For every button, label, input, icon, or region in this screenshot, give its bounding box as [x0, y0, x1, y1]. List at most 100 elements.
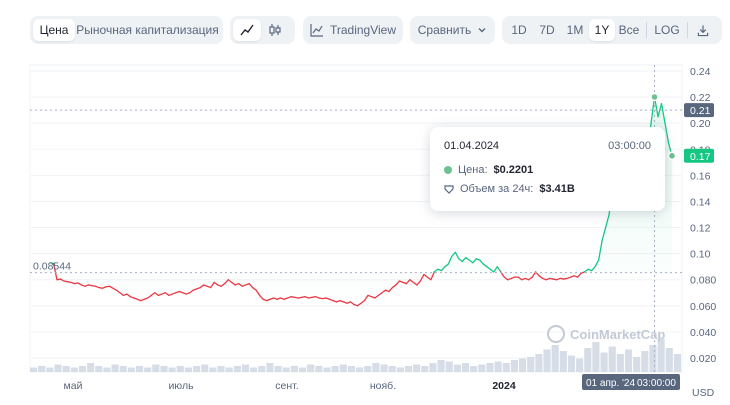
volume-bar	[429, 363, 437, 372]
y-tick-label: 0.24	[690, 66, 711, 78]
y-tick-label: 0.14	[690, 196, 711, 208]
volume-bar	[160, 366, 168, 372]
volume-bar	[217, 366, 225, 372]
coinmarketcap-watermark: CoinMarketCap	[547, 325, 665, 343]
volume-bar	[87, 363, 95, 372]
tooltip-volume-value: $3.41B	[539, 183, 575, 195]
tradingview-icon	[310, 24, 323, 37]
volume-bar	[478, 364, 486, 372]
volume-bar	[470, 366, 478, 372]
volume-bar	[46, 367, 54, 372]
y-tick-label: 0.040	[690, 327, 716, 339]
volume-bar	[543, 349, 551, 372]
reference-price-label: 0.08544	[33, 261, 71, 273]
tooltip-price-row: Цена: $0.2201	[444, 164, 533, 176]
volume-bar	[437, 360, 445, 372]
currency-label: USD	[692, 387, 715, 399]
crosshair-point	[650, 92, 659, 102]
crosshair-time-label: 03:00:00	[637, 378, 676, 389]
range-selector: 1D 7D 1M 1Y Все LOG	[502, 16, 722, 44]
volume-bar	[282, 367, 290, 372]
y-tick-label: 0.080	[690, 275, 716, 287]
volume-bar	[576, 358, 584, 372]
volume-bar	[413, 364, 421, 372]
y-tick-label: 0.16	[690, 170, 711, 182]
range-7d[interactable]: 7D	[533, 19, 561, 41]
price-chart[interactable]: 0.08544CoinMarketCap 0.240.220.200.180.1…	[0, 60, 730, 405]
tab-market-cap[interactable]: Рыночная капитализация	[75, 19, 220, 41]
volume-bar	[396, 367, 404, 372]
line-chart-button[interactable]	[233, 19, 261, 41]
volume-bar	[665, 348, 673, 372]
compare-dropdown[interactable]: Сравнить	[410, 16, 495, 44]
volume-bar	[510, 360, 518, 372]
range-1m[interactable]: 1M	[561, 19, 589, 41]
volume-bar	[624, 349, 633, 372]
volume-bar	[241, 364, 250, 372]
chart-toolbar: Цена Рыночная капитализация TradingView …	[0, 0, 730, 60]
y-tick-label: 0.20	[690, 118, 711, 130]
volume-bar	[54, 364, 62, 372]
volume-bar	[453, 364, 461, 372]
volume-bar	[127, 367, 135, 372]
y-tick-label: 0.060	[690, 301, 716, 313]
volume-bar	[388, 366, 396, 372]
range-1d[interactable]: 1D	[505, 19, 533, 41]
plot-frame	[29, 64, 683, 373]
chart-grid	[29, 64, 683, 373]
volume-bar	[519, 358, 527, 372]
volume-bar	[616, 354, 624, 372]
y-tick-label: 0.12	[690, 223, 711, 235]
tooltip-volume-row: Объем за 24ч: $3.41B	[444, 183, 575, 195]
candlestick-button[interactable]	[261, 19, 289, 41]
volume-bar	[673, 354, 681, 372]
volume-bar	[201, 364, 209, 372]
range-divider	[687, 22, 688, 38]
volume-bar	[331, 366, 339, 372]
range-1y[interactable]: 1Y	[589, 19, 615, 41]
chart-overlay: 0.08544 CoinMarketCap	[30, 65, 682, 372]
x-tick-label: нояб.	[370, 380, 396, 392]
download-button[interactable]	[691, 19, 715, 41]
volume-bar	[144, 367, 152, 372]
volume-bar	[184, 367, 192, 372]
volume-bar	[225, 367, 233, 372]
tooltip-time: 03:00:00	[608, 140, 651, 152]
price-dot-icon	[444, 166, 452, 174]
x-tick-label: сент.	[275, 380, 298, 392]
volume-bar	[323, 367, 331, 372]
volume-bar	[30, 367, 38, 372]
volume-icon	[444, 184, 454, 194]
volume-bar	[502, 363, 510, 372]
coinmarketcap-logo-icon	[547, 325, 565, 343]
tooltip-volume-label: Объем за 24ч:	[460, 183, 534, 195]
volume-bar	[62, 366, 70, 372]
tradingview-button[interactable]: TradingView	[303, 16, 403, 44]
range-all[interactable]: Все	[615, 19, 643, 41]
volume-bar	[95, 366, 103, 372]
volume-bars	[30, 339, 681, 372]
last-price-label: 0.17	[690, 151, 711, 163]
volume-bar	[111, 364, 119, 372]
log-toggle[interactable]: LOG	[650, 19, 684, 41]
tooltip-price-value: $0.2201	[493, 164, 534, 176]
volume-bar	[356, 367, 364, 372]
range-divider	[646, 22, 647, 38]
chevron-down-icon	[478, 28, 486, 33]
volume-bar	[347, 366, 355, 372]
volume-bar	[70, 367, 78, 372]
line-chart-icon	[240, 24, 254, 36]
tab-price[interactable]: Цена	[33, 19, 75, 41]
volume-bar	[176, 366, 184, 372]
volume-bar	[290, 366, 298, 372]
download-icon	[697, 24, 709, 36]
volume-bar	[641, 351, 649, 372]
volume-bar	[307, 364, 315, 372]
volume-bar	[339, 364, 347, 372]
volume-bar	[266, 363, 274, 372]
volume-bar	[494, 361, 502, 372]
volume-bar	[152, 364, 160, 372]
volume-bar	[592, 342, 600, 372]
chart-type-group	[230, 16, 295, 44]
volume-bar	[404, 366, 413, 372]
